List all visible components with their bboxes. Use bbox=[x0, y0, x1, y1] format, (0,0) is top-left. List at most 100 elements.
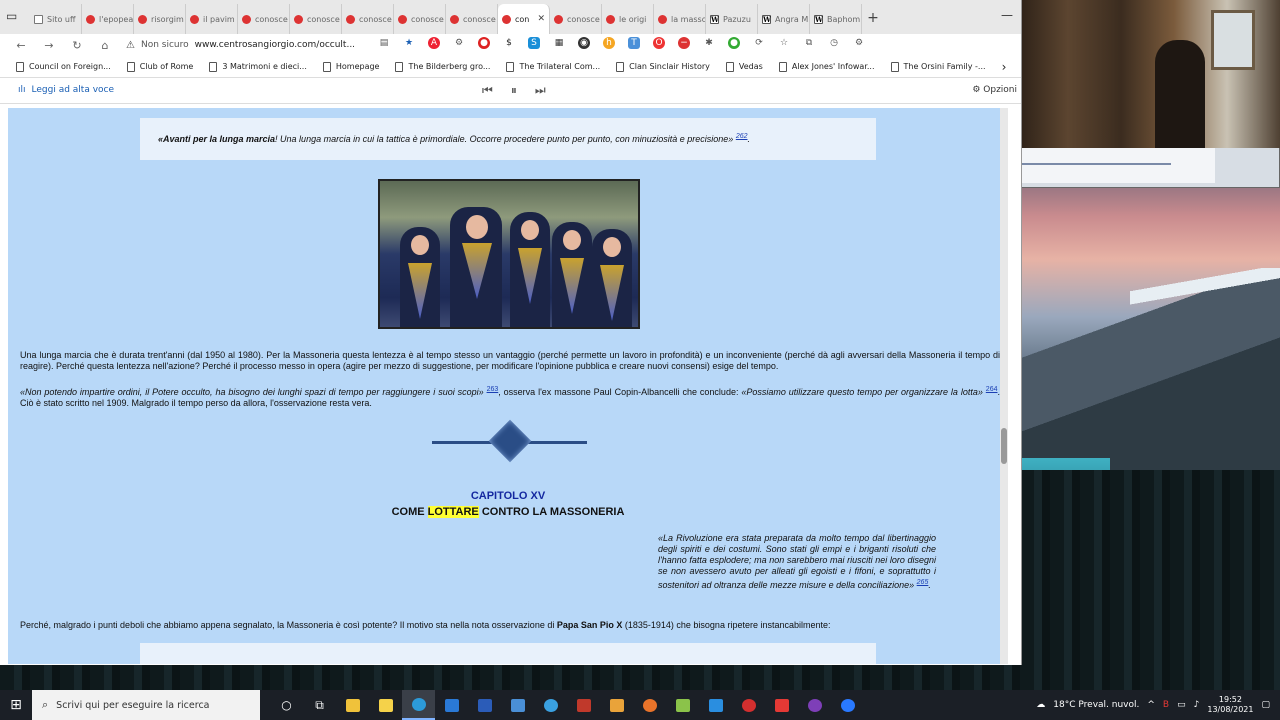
edge-browser-icon[interactable] bbox=[402, 690, 435, 720]
internet-explorer-icon[interactable] bbox=[534, 690, 567, 720]
tab-label: l'epopea bbox=[99, 14, 134, 24]
page-scrollbar[interactable] bbox=[1000, 108, 1008, 664]
record-icon[interactable]: ● bbox=[478, 37, 490, 49]
store-icon[interactable] bbox=[369, 690, 402, 720]
scrollbar-thumb[interactable] bbox=[1001, 428, 1007, 464]
task-view-icon[interactable]: ⧉ bbox=[303, 690, 336, 720]
volume-icon[interactable]: ♪ bbox=[1194, 700, 1200, 710]
file-explorer-icon[interactable] bbox=[336, 690, 369, 720]
opera-icon[interactable]: O bbox=[653, 37, 665, 49]
calculator-icon[interactable] bbox=[501, 690, 534, 720]
next-icon[interactable]: ⏭ bbox=[535, 83, 546, 98]
bookmark-item[interactable]: 3 Matrimoni e dieci... bbox=[209, 61, 307, 72]
bookmark-item[interactable]: Homepage bbox=[322, 61, 379, 72]
previous-icon[interactable]: ⏮ bbox=[482, 83, 493, 98]
browser-tab[interactable]: conosce bbox=[446, 4, 498, 34]
bookmark-item[interactable]: Council on Foreign... bbox=[16, 61, 111, 72]
bookmark-item[interactable]: The Bilderberg gro... bbox=[395, 61, 490, 72]
browser-tab[interactable]: conosce bbox=[394, 4, 446, 34]
browser-tab[interactable]: W Baphom bbox=[810, 4, 862, 34]
browser-tab[interactable]: con ✕ bbox=[498, 4, 550, 34]
history-icon[interactable]: ◷ bbox=[828, 37, 840, 49]
ghost-icon[interactable]: ◉ bbox=[578, 37, 590, 49]
browser-tab[interactable]: W Pazuzu bbox=[706, 4, 758, 34]
url-text[interactable]: www.centrosangiorgio.com/occult... bbox=[195, 40, 355, 50]
reader-options-button[interactable]: ⚙ Opzioni bbox=[972, 85, 1017, 95]
folder-icon[interactable] bbox=[600, 690, 633, 720]
browser-tab[interactable]: risorgim bbox=[134, 4, 186, 34]
power-app-icon[interactable] bbox=[831, 690, 864, 720]
home-icon[interactable]: ⌂ bbox=[98, 39, 112, 52]
browser-tab[interactable]: conosce bbox=[342, 4, 394, 34]
notepad-plus-icon[interactable] bbox=[666, 690, 699, 720]
tor-icon[interactable] bbox=[798, 690, 831, 720]
archive-icon[interactable] bbox=[567, 690, 600, 720]
stop-icon[interactable]: − bbox=[678, 37, 690, 49]
security-tray-icon[interactable]: B bbox=[1163, 700, 1169, 710]
more-bookmarks-icon[interactable]: › bbox=[1002, 60, 1007, 74]
read-aloud-button[interactable]: ılı Leggi ad alta voce bbox=[18, 85, 114, 95]
browser-tab[interactable]: Sito uff bbox=[30, 4, 82, 34]
opera-taskbar-icon[interactable] bbox=[732, 690, 765, 720]
taskbar-search[interactable]: ⌕ Scrivi qui per eseguire la ricerca bbox=[32, 690, 260, 720]
collections-icon[interactable]: ⧉ bbox=[803, 37, 815, 49]
browser-tab[interactable]: il pavim bbox=[186, 4, 238, 34]
honey-icon[interactable]: h bbox=[603, 37, 615, 49]
notifications-icon[interactable]: ▢ bbox=[1261, 700, 1270, 710]
weather-text[interactable]: 18°C Preval. nuvol. bbox=[1053, 700, 1139, 710]
windows-start-button[interactable]: ⊞ bbox=[0, 690, 32, 720]
footnote-link-265[interactable]: 265 bbox=[917, 579, 929, 586]
bookmark-page-icon bbox=[725, 61, 734, 72]
mail-icon[interactable] bbox=[435, 690, 468, 720]
bookmark-item[interactable]: Club of Rome bbox=[126, 61, 193, 72]
favorite-star-icon[interactable]: ★ bbox=[403, 37, 415, 49]
site-icon bbox=[86, 14, 95, 24]
cortana-icon[interactable]: ○ bbox=[270, 690, 303, 720]
browser-tab[interactable]: conosce bbox=[550, 4, 602, 34]
address-field[interactable]: ⚠ Non sicuro www.centrosangiorgio.com/oc… bbox=[126, 40, 356, 51]
firefox-icon[interactable] bbox=[633, 690, 666, 720]
address-bar-row: ← → ↻ ⌂ ⚠ Non sicuro www.centrosangiorgi… bbox=[0, 34, 1021, 56]
skype-icon[interactable]: S bbox=[528, 37, 540, 49]
browser-tab[interactable]: conosce bbox=[238, 4, 290, 34]
footnote-link-262[interactable]: 262 bbox=[736, 133, 748, 140]
bookmark-item[interactable]: Alex Jones' Infowar... bbox=[778, 61, 875, 72]
settings-icon[interactable]: ⚙ bbox=[853, 37, 865, 49]
tray-expand-icon[interactable]: ^ bbox=[1147, 700, 1155, 710]
browser-tab[interactable]: l'epopea bbox=[82, 4, 134, 34]
reader-view-icon[interactable]: ▤ bbox=[378, 37, 390, 49]
minimize-icon[interactable]: — bbox=[1001, 8, 1013, 22]
forward-icon[interactable]: → bbox=[42, 39, 56, 52]
word-icon[interactable] bbox=[468, 690, 501, 720]
back-icon[interactable]: ← bbox=[14, 39, 28, 52]
weather-icon[interactable]: ☁ bbox=[1036, 700, 1045, 710]
bookmark-item[interactable]: Clan Sinclair History bbox=[616, 61, 710, 72]
green-extension-icon[interactable]: ● bbox=[728, 37, 740, 49]
new-tab-button[interactable]: + bbox=[862, 4, 884, 34]
footnote-link-263[interactable]: 263 bbox=[487, 386, 499, 393]
browser-tab[interactable]: W Angra M bbox=[758, 4, 810, 34]
tab-actions-icon[interactable]: ▭ bbox=[6, 9, 22, 23]
clock[interactable]: 19:52 13/08/2021 bbox=[1207, 695, 1253, 715]
bookmark-item[interactable]: The Orsini Family -... bbox=[890, 61, 986, 72]
close-tab-icon[interactable]: ✕ bbox=[537, 14, 545, 24]
dollar-icon[interactable]: $ bbox=[503, 37, 515, 49]
adblock-icon[interactable]: A bbox=[428, 37, 440, 49]
browser-tab[interactable]: conosce bbox=[290, 4, 342, 34]
adobe-icon[interactable] bbox=[765, 690, 798, 720]
qr-icon[interactable]: ▦ bbox=[553, 37, 565, 49]
puzzle-icon[interactable]: ✱ bbox=[703, 37, 715, 49]
network-icon[interactable]: ▭ bbox=[1177, 700, 1186, 710]
footnote-link-264[interactable]: 264 bbox=[986, 386, 998, 393]
sync-icon[interactable]: ⟳ bbox=[753, 37, 765, 49]
refresh-icon[interactable]: ↻ bbox=[70, 39, 84, 52]
vscode-icon[interactable] bbox=[699, 690, 732, 720]
favorites-icon[interactable]: ☆ bbox=[778, 37, 790, 49]
browser-tab[interactable]: la masso bbox=[654, 4, 706, 34]
extension-icon[interactable]: ⚙ bbox=[453, 37, 465, 49]
pause-icon[interactable]: ⏸ bbox=[511, 83, 517, 98]
bookmark-item[interactable]: Vedas bbox=[725, 61, 763, 72]
bookmark-item[interactable]: The Trilateral Com... bbox=[506, 61, 600, 72]
translate-icon[interactable]: T bbox=[628, 37, 640, 49]
browser-tab[interactable]: le origi bbox=[602, 4, 654, 34]
